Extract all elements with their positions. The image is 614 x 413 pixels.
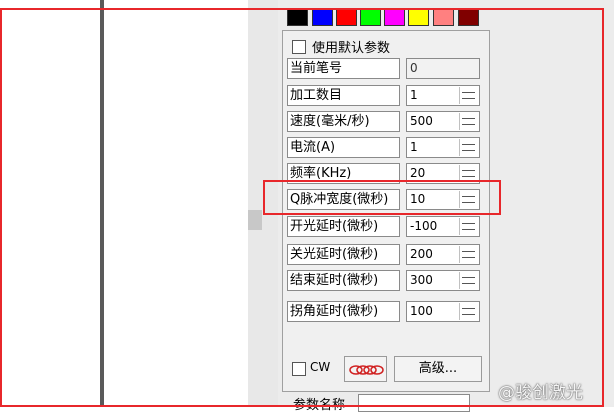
watermark-text: @骏创激光	[498, 383, 583, 403]
q-pulse-highlight-frame	[263, 180, 501, 215]
